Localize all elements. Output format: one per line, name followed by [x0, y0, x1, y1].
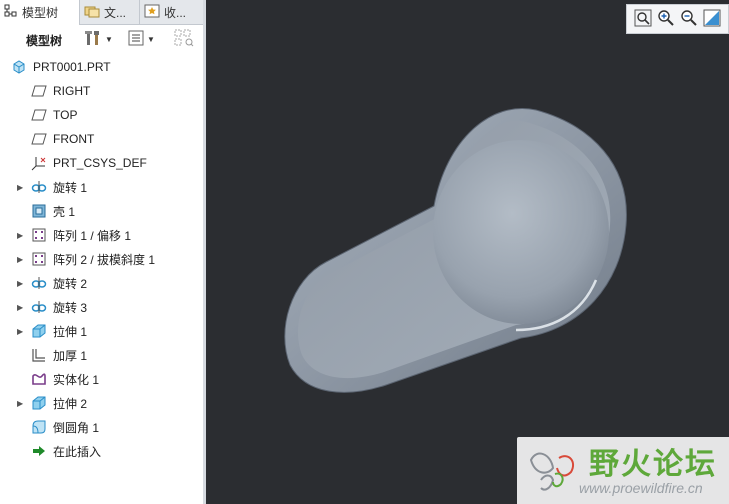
tree-item-revolve-1[interactable]: ▶ 旋转 1 [0, 175, 203, 199]
tree-item-pattern-2[interactable]: ▶ 阵列 2 / 拔模斜度 1 [0, 247, 203, 271]
tree-item-front[interactable]: FRONT [0, 127, 203, 151]
show-dropdown[interactable]: ▼ [128, 29, 155, 49]
tree-item-label: 阵列 2 / 拔模斜度 1 [53, 252, 156, 267]
model-tree-icon [4, 4, 18, 21]
chevron-down-icon: ▼ [147, 34, 155, 44]
shell-icon [31, 203, 47, 219]
tree-item-revolve-2[interactable]: ▶ 旋转 2 [0, 271, 203, 295]
tree-item-thicken-1[interactable]: 加厚 1 [0, 343, 203, 367]
datum-plane-icon [31, 131, 47, 147]
tree-item-pattern-1[interactable]: ▶ 阵列 1 / 偏移 1 [0, 223, 203, 247]
panel-tab-bar: 模型树 文... 收... [0, 0, 203, 25]
tab-model-tree[interactable]: 模型树 [0, 0, 80, 25]
graphics-viewport[interactable]: 野火论坛 www.proewildfire.cn [206, 0, 729, 504]
tree-item-round-1[interactable]: 倒圆角 1 [0, 415, 203, 439]
tree-item-revolve-3[interactable]: ▶ 旋转 3 [0, 295, 203, 319]
coordinate-system-icon [31, 155, 47, 171]
tree-item-csys[interactable]: PRT_CSYS_DEF [0, 151, 203, 175]
expand-arrow-icon[interactable]: ▶ [17, 303, 25, 312]
extrude-icon [31, 323, 47, 339]
tree-item-shell-1[interactable]: 壳 1 [0, 199, 203, 223]
model-tree-toolbar: 模型树 ▼ ▼ [0, 25, 203, 53]
tree-item-label: 拉伸 1 [53, 324, 88, 339]
butterfly-logo [529, 452, 575, 491]
tools-icon [84, 29, 102, 50]
filter-button[interactable] [174, 29, 194, 49]
expand-arrow-icon[interactable]: ▶ [17, 183, 25, 192]
tree-item-right[interactable]: RIGHT [0, 79, 203, 103]
revolve-icon [31, 299, 47, 315]
tree-item-label: 加厚 1 [53, 348, 88, 363]
tree-item-label: FRONT [53, 132, 95, 146]
datum-plane-icon [31, 107, 47, 123]
tree-item-label: TOP [53, 108, 78, 122]
expand-arrow-icon[interactable]: ▶ [17, 255, 25, 264]
forum-watermark: 野火论坛 www.proewildfire.cn [517, 437, 729, 504]
list-icon [128, 30, 144, 49]
tree-root-item[interactable]: PRT0001.PRT [0, 55, 203, 79]
tree-item-solidify-1[interactable]: 实体化 1 [0, 367, 203, 391]
watermark-url: www.proewildfire.cn [579, 480, 703, 496]
revolve-icon [31, 275, 47, 291]
tab-folder-browser[interactable]: 文... [80, 0, 140, 24]
model-tree-panel: 模型树 文... 收... 模型树 ▼ ▼ PRT0001.PRT RIGHT … [0, 0, 204, 504]
tab-label: 文... [104, 5, 127, 20]
tree-item-top[interactable]: TOP [0, 103, 203, 127]
tree-item-label: 旋转 3 [53, 300, 88, 315]
revolve-icon [31, 179, 47, 195]
tab-label: 收... [164, 5, 187, 20]
dome-surface [433, 140, 609, 324]
toolbar-title: 模型树 [26, 34, 63, 48]
tree-item-label: RIGHT [53, 84, 91, 98]
expand-arrow-icon[interactable]: ▶ [17, 279, 25, 288]
tree-item-extrude-1[interactable]: ▶ 拉伸 1 [0, 319, 203, 343]
tree-item-extrude-2[interactable]: ▶ 拉伸 2 [0, 391, 203, 415]
chevron-down-icon: ▼ [105, 34, 113, 44]
settings-dropdown[interactable]: ▼ [84, 29, 113, 49]
model-render [284, 108, 627, 393]
tree-item-label: 旋转 1 [53, 180, 88, 195]
round-icon [31, 419, 47, 435]
tree-root-label: PRT0001.PRT [33, 60, 111, 74]
tree-item-label: 实体化 1 [53, 372, 100, 387]
tree-item-label: 在此插入 [53, 444, 102, 459]
folder-browser-icon [84, 4, 100, 21]
expand-arrow-icon[interactable]: ▶ [17, 399, 25, 408]
thicken-icon [31, 347, 47, 363]
expand-arrow-icon[interactable]: ▶ [17, 327, 25, 336]
tree-item-label: 阵列 1 / 偏移 1 [53, 228, 132, 243]
solidify-icon [31, 371, 47, 387]
favorites-icon [144, 4, 160, 21]
extrude-icon [31, 395, 47, 411]
filter-icon [174, 29, 194, 50]
tree-item-label: 旋转 2 [53, 276, 88, 291]
tree-item-label: 倒圆角 1 [53, 420, 100, 435]
watermark-title: 野火论坛 [589, 447, 717, 482]
tab-label: 模型树 [22, 6, 59, 20]
tree-item-label: 壳 1 [53, 204, 76, 219]
pattern-icon [31, 227, 47, 243]
pattern-icon [31, 251, 47, 267]
datum-plane-icon [31, 83, 47, 99]
tree-item-label: PRT_CSYS_DEF [53, 156, 147, 170]
tree-item-label: 拉伸 2 [53, 396, 88, 411]
insert-here-arrow-icon [31, 443, 47, 459]
tree-item-insert-here[interactable]: 在此插入 [0, 439, 203, 463]
part-icon [11, 59, 27, 75]
tab-favorites[interactable]: 收... [140, 0, 203, 24]
expand-arrow-icon[interactable]: ▶ [17, 231, 25, 240]
